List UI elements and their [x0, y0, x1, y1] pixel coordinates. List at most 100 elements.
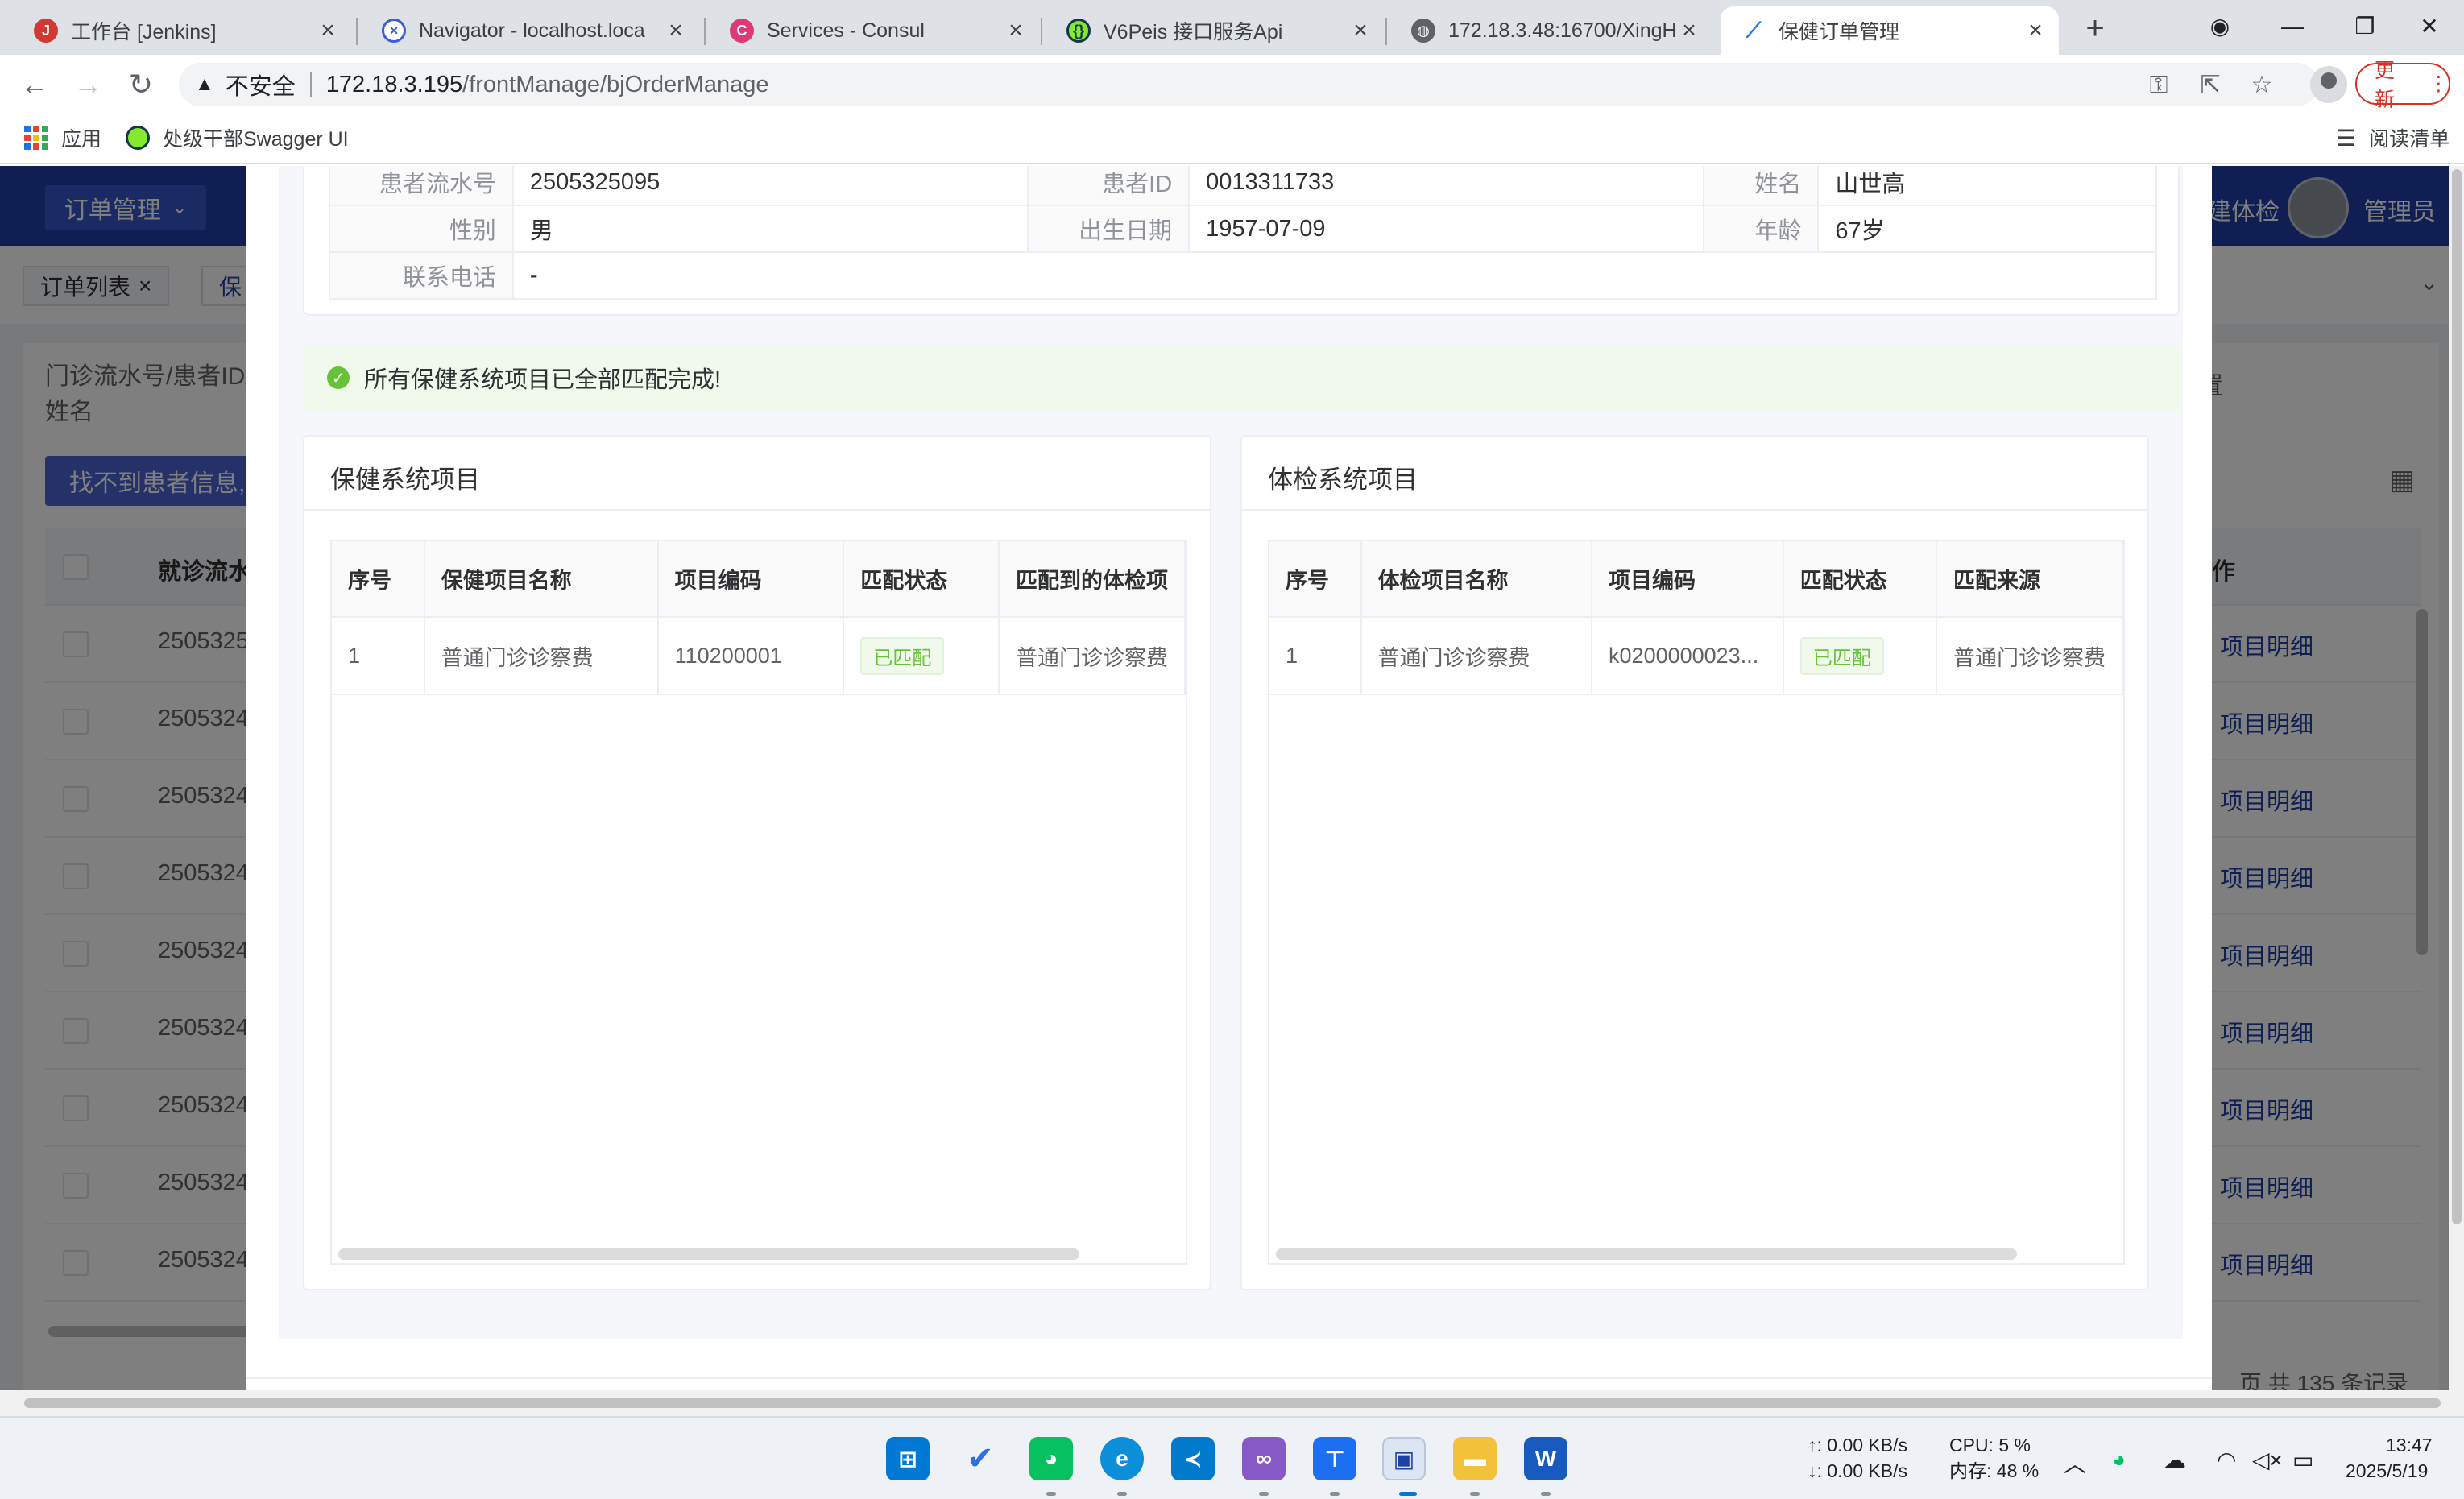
clock-time[interactable]: 13:47 — [2386, 1432, 2433, 1458]
bookmark-label: 应用 — [61, 128, 102, 151]
bookmark-swagger[interactable]: 处级干部Swagger UI — [126, 113, 349, 163]
restore-icon[interactable]: ❐ — [2333, 6, 2397, 47]
tj-items-panel: 体检系统项目 序号 体检项目名称 项目编码 匹配状态 匹配来源 1 普通门诊诊察… — [1240, 435, 2149, 1290]
key-icon[interactable]: ⚿ — [2143, 69, 2175, 101]
tab-title: V6Peis 接口服务Api — [1104, 21, 1283, 43]
update-button[interactable]: 更新 ⋮ — [2355, 60, 2450, 111]
page-viewport: 订单管理⌄ 建体检 管理员 订单列表× 保 ⌄ 门诊流水号/患者ID/姓名 找不… — [0, 166, 2464, 1390]
info-key: 性别 — [329, 205, 514, 253]
profile-avatar[interactable] — [2310, 66, 2347, 103]
info-row: 联系电话 - — [329, 251, 2158, 300]
insecure-label[interactable]: 不安全 — [226, 68, 296, 101]
edge-icon[interactable]: e — [1100, 1437, 1144, 1480]
close-icon[interactable]: × — [316, 17, 340, 44]
visual-studio-icon[interactable]: ∞ — [1242, 1437, 1286, 1480]
forward-icon[interactable]: → — [68, 64, 108, 105]
info-key: 联系电话 — [329, 251, 514, 300]
file-explorer-icon[interactable]: ▬ — [1453, 1437, 1497, 1480]
close-icon[interactable]: × — [1348, 17, 1373, 44]
column-header: 序号 — [1269, 541, 1362, 618]
info-key: 患者流水号 — [329, 166, 514, 206]
window-close-icon[interactable]: ✕ — [2397, 6, 2462, 47]
lark-icon[interactable]: ⊤ — [1313, 1437, 1356, 1480]
table-header-row: 序号 体检项目名称 项目编码 匹配状态 匹配来源 — [1269, 541, 2123, 618]
reading-list-icon: ☰ — [2336, 125, 2357, 151]
vscode-icon[interactable]: ≺ — [1171, 1437, 1215, 1480]
bj-items-table: 序号 保健项目名称 项目编码 匹配状态 匹配到的体检项 1 普通门诊诊察费 11… — [330, 540, 1187, 1265]
info-key: 姓名 — [1703, 166, 1820, 206]
onedrive-icon[interactable]: ☁ — [2164, 1447, 2186, 1473]
bookmarks-bar: 应用 处级干部Swagger UI ☰ 阅读清单 — [0, 113, 2464, 164]
panel-title: 体检系统项目 — [1242, 437, 2147, 511]
browser-tab-strip: J 工作台 [Jenkins] × × Navigator - localhos… — [0, 0, 2464, 55]
share-icon[interactable]: ⇱ — [2194, 69, 2226, 101]
jenkins-icon: J — [34, 19, 58, 43]
info-value: 1957-07-09 — [1188, 205, 1705, 253]
running-indicator — [1046, 1492, 1056, 1496]
table-row[interactable]: 1 普通门诊诊察费 110200001 已匹配 普通门诊诊察费 — [332, 617, 1186, 695]
windows-start-icon[interactable]: ⊞ — [886, 1437, 930, 1480]
chevron-up-icon[interactable]: ︿ — [2064, 1447, 2086, 1479]
cell-status: 已匹配 — [1783, 617, 1937, 695]
success-message: 所有保健系统项目已全部匹配完成! — [364, 367, 722, 393]
table-header-row: 序号 保健项目名称 项目编码 匹配状态 匹配到的体检项 — [332, 541, 1186, 618]
column-header: 项目编码 — [657, 541, 845, 618]
net-upload: ↑: 0.00 KB/s — [1808, 1435, 1908, 1456]
tab-navigator[interactable]: × Navigator - localhost.loca × — [361, 6, 699, 55]
reload-icon[interactable]: ↻ — [121, 64, 161, 105]
table-row[interactable]: 1 普通门诊诊察费 k0200000023... 已匹配 普通门诊诊察费 — [1269, 617, 2123, 695]
apps-grid-icon — [24, 126, 48, 150]
info-value: 男 — [511, 205, 1029, 253]
warning-icon[interactable]: ▲ — [195, 73, 214, 96]
tab-consul[interactable]: C Services - Consul × — [709, 6, 1039, 55]
cpu-usage: CPU: 5 % — [1949, 1435, 2031, 1456]
close-icon[interactable]: × — [664, 17, 688, 44]
clock-date[interactable]: 2025/5/19 — [2346, 1458, 2428, 1484]
wechat-icon[interactable]: ◕ — [1029, 1437, 1073, 1480]
tab-jenkins[interactable]: J 工作台 [Jenkins] × — [13, 6, 351, 55]
tab-xingh[interactable]: ◍ 172.18.3.48:16700/XingH × — [1390, 6, 1712, 55]
running-indicator — [1541, 1492, 1551, 1496]
reading-list[interactable]: ☰ 阅读清单 — [2336, 113, 2449, 163]
word-icon[interactable]: W — [1524, 1437, 1567, 1480]
remote-desktop-icon[interactable]: ▣ — [1382, 1437, 1426, 1480]
new-tab-button[interactable]: + — [2077, 10, 2114, 47]
info-value: 67岁 — [1817, 205, 2157, 253]
close-icon[interactable]: × — [2023, 17, 2048, 44]
wechat-tray-icon[interactable]: ◕ — [2112, 1447, 2126, 1472]
column-header: 匹配来源 — [1936, 541, 2123, 618]
info-key: 年龄 — [1703, 205, 1820, 253]
dialog-footer-divider — [246, 1377, 2212, 1379]
tab-bj-order[interactable]: ⟋ 保健订单管理 × — [1721, 6, 2059, 55]
bookmark-apps[interactable]: 应用 — [24, 113, 101, 163]
swagger-icon: {} — [1066, 19, 1091, 43]
tab-divider — [356, 18, 358, 45]
horizontal-scrollbar[interactable] — [1276, 1248, 2017, 1260]
navigator-icon: × — [382, 19, 406, 43]
speaker-muted-icon[interactable]: ◁× — [2252, 1447, 2283, 1473]
info-row: 性别 男 出生日期 1957-07-09 年龄 67岁 — [329, 205, 2157, 253]
address-bar[interactable]: ▲ 不安全 172.18.3.195/frontManage/bjOrderMa… — [179, 63, 2318, 106]
info-key: 出生日期 — [1027, 205, 1191, 253]
close-icon[interactable]: × — [1677, 17, 1701, 44]
battery-icon[interactable]: ▭ — [2292, 1447, 2313, 1473]
tab-swagger[interactable]: {} V6Peis 接口服务Api × — [1046, 6, 1384, 55]
back-icon[interactable]: ← — [14, 64, 55, 105]
cell-code: k0200000023... — [1592, 617, 1784, 695]
wifi-icon[interactable]: ◠ — [2217, 1447, 2236, 1473]
panel-title: 保健系统项目 — [304, 437, 1210, 511]
todo-icon[interactable]: ✔ — [959, 1437, 1002, 1480]
minimize-icon[interactable]: — — [2260, 6, 2325, 47]
cell-name: 普通门诊诊察费 — [424, 617, 659, 695]
close-icon[interactable]: × — [1004, 17, 1028, 44]
star-icon[interactable]: ☆ — [2246, 69, 2278, 101]
page-horizontal-scrollbar[interactable] — [24, 1398, 2441, 1408]
tab-search-icon[interactable]: ◉ — [2188, 6, 2252, 47]
more-menu-icon[interactable]: ⋮ — [2429, 72, 2449, 96]
cell-index: 1 — [1269, 617, 1362, 695]
page-scrollbar-thumb[interactable] — [2452, 169, 2462, 1224]
horizontal-scrollbar[interactable] — [338, 1248, 1079, 1260]
cell-status: 已匹配 — [843, 617, 1000, 695]
info-key: 患者ID — [1027, 166, 1191, 206]
status-badge: 已匹配 — [860, 636, 945, 675]
